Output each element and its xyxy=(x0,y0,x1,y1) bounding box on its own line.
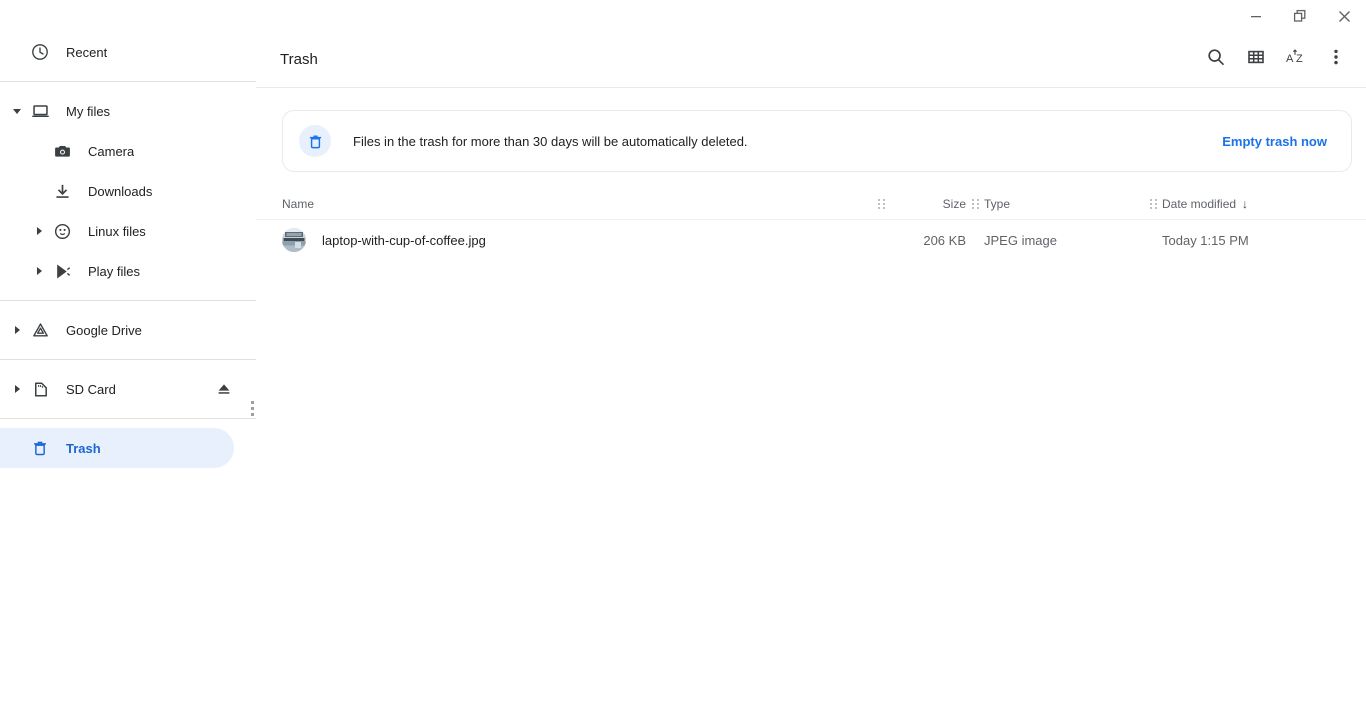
sidebar-item-my-files[interactable]: My files xyxy=(0,91,256,131)
sidebar-divider xyxy=(0,300,256,301)
close-button[interactable] xyxy=(1322,0,1366,32)
sidebar-divider xyxy=(0,359,256,360)
linux-penguin-icon xyxy=(50,219,74,243)
main-content: Trash A Z xyxy=(256,32,1366,720)
camera-icon xyxy=(50,139,74,163)
three-dots-vertical-icon xyxy=(1326,47,1346,72)
trash-icon xyxy=(299,125,331,157)
trash-info-banner: Files in the trash for more than 30 days… xyxy=(282,110,1352,172)
sidebar: Recent My files Camera xyxy=(0,32,256,720)
file-type-cell: JPEG image xyxy=(984,233,1144,248)
sidebar-item-recent[interactable]: Recent xyxy=(0,32,256,72)
svg-text:Z: Z xyxy=(1296,53,1303,65)
file-list-table: Name Size Type Date modified ↓ xyxy=(256,188,1366,260)
sidebar-item-label: Play files xyxy=(88,264,140,279)
clock-icon xyxy=(28,40,52,64)
sidebar-item-label: Downloads xyxy=(88,184,152,199)
column-resize-handle-type[interactable] xyxy=(1148,197,1158,211)
chevron-right-icon[interactable] xyxy=(6,369,28,409)
file-date-modified-cell: Today 1:15 PM xyxy=(1162,233,1352,248)
sidebar-item-label: SD Card xyxy=(66,382,116,397)
view-toggle-button[interactable] xyxy=(1236,40,1276,80)
table-header-row: Name Size Type Date modified ↓ xyxy=(256,188,1366,220)
column-header-size[interactable]: Size xyxy=(890,188,966,220)
banner-message: Files in the trash for more than 30 days… xyxy=(353,134,1212,149)
sidebar-item-label: Trash xyxy=(66,441,101,456)
column-header-date-modified[interactable]: Date modified ↓ xyxy=(1162,188,1352,220)
column-resize-handle-size[interactable] xyxy=(970,197,980,211)
sidebar-item-google-drive[interactable]: Google Drive xyxy=(0,310,256,350)
photo-thumbnail-icon xyxy=(282,228,306,252)
sidebar-item-label: Linux files xyxy=(88,224,146,239)
sidebar-item-play-files[interactable]: Play files xyxy=(0,251,256,291)
column-resize-handle-name[interactable] xyxy=(876,197,886,211)
chevron-down-icon[interactable] xyxy=(6,91,28,131)
sidebar-item-label: My files xyxy=(66,104,110,119)
grid-view-icon xyxy=(1246,47,1266,72)
sidebar-item-label: Recent xyxy=(66,45,107,60)
sidebar-divider xyxy=(0,418,256,419)
sidebar-item-trash[interactable]: Trash xyxy=(0,428,234,468)
page-title: Trash xyxy=(280,51,1196,68)
table-row[interactable]: laptop-with-cup-of-coffee.jpg 206 KB JPE… xyxy=(256,220,1366,260)
banner-container: Files in the trash for more than 30 days… xyxy=(256,88,1366,172)
main-header: Trash A Z xyxy=(256,32,1366,88)
sort-descending-icon: ↓ xyxy=(1242,197,1248,211)
sidebar-item-linux-files[interactable]: Linux files xyxy=(0,211,256,251)
svg-text:A: A xyxy=(1286,53,1294,65)
column-header-type[interactable]: Type xyxy=(984,188,1144,220)
file-name-label: laptop-with-cup-of-coffee.jpg xyxy=(322,233,486,248)
sidebar-item-label: Camera xyxy=(88,144,134,159)
sidebar-item-downloads[interactable]: Downloads xyxy=(0,171,256,211)
chevron-right-icon[interactable] xyxy=(6,310,28,350)
restore-button[interactable] xyxy=(1278,0,1322,32)
search-icon xyxy=(1206,47,1226,72)
empty-trash-now-button[interactable]: Empty trash now xyxy=(1212,126,1337,157)
chevron-right-icon[interactable] xyxy=(28,251,50,291)
google-play-icon xyxy=(50,259,74,283)
sd-card-icon xyxy=(28,377,52,401)
file-name-cell: laptop-with-cup-of-coffee.jpg xyxy=(282,228,872,252)
sidebar-item-camera[interactable]: Camera xyxy=(0,131,256,171)
chevron-right-icon[interactable] xyxy=(28,211,50,251)
sidebar-divider xyxy=(0,81,256,82)
sort-button[interactable]: A Z xyxy=(1276,40,1316,80)
download-icon xyxy=(50,179,74,203)
sidebar-item-label: Google Drive xyxy=(66,323,142,338)
window-titlebar xyxy=(0,0,1366,32)
eject-icon[interactable] xyxy=(214,379,234,399)
trash-icon xyxy=(28,436,52,460)
search-button[interactable] xyxy=(1196,40,1236,80)
more-options-button[interactable] xyxy=(1316,40,1356,80)
column-header-name[interactable]: Name xyxy=(282,188,872,220)
minimize-button[interactable] xyxy=(1234,0,1278,32)
file-size-cell: 206 KB xyxy=(890,233,966,248)
laptop-icon xyxy=(28,99,52,123)
google-drive-icon xyxy=(28,318,52,342)
sort-az-icon: A Z xyxy=(1285,47,1307,72)
sidebar-item-sd-card[interactable]: SD Card xyxy=(0,369,256,409)
